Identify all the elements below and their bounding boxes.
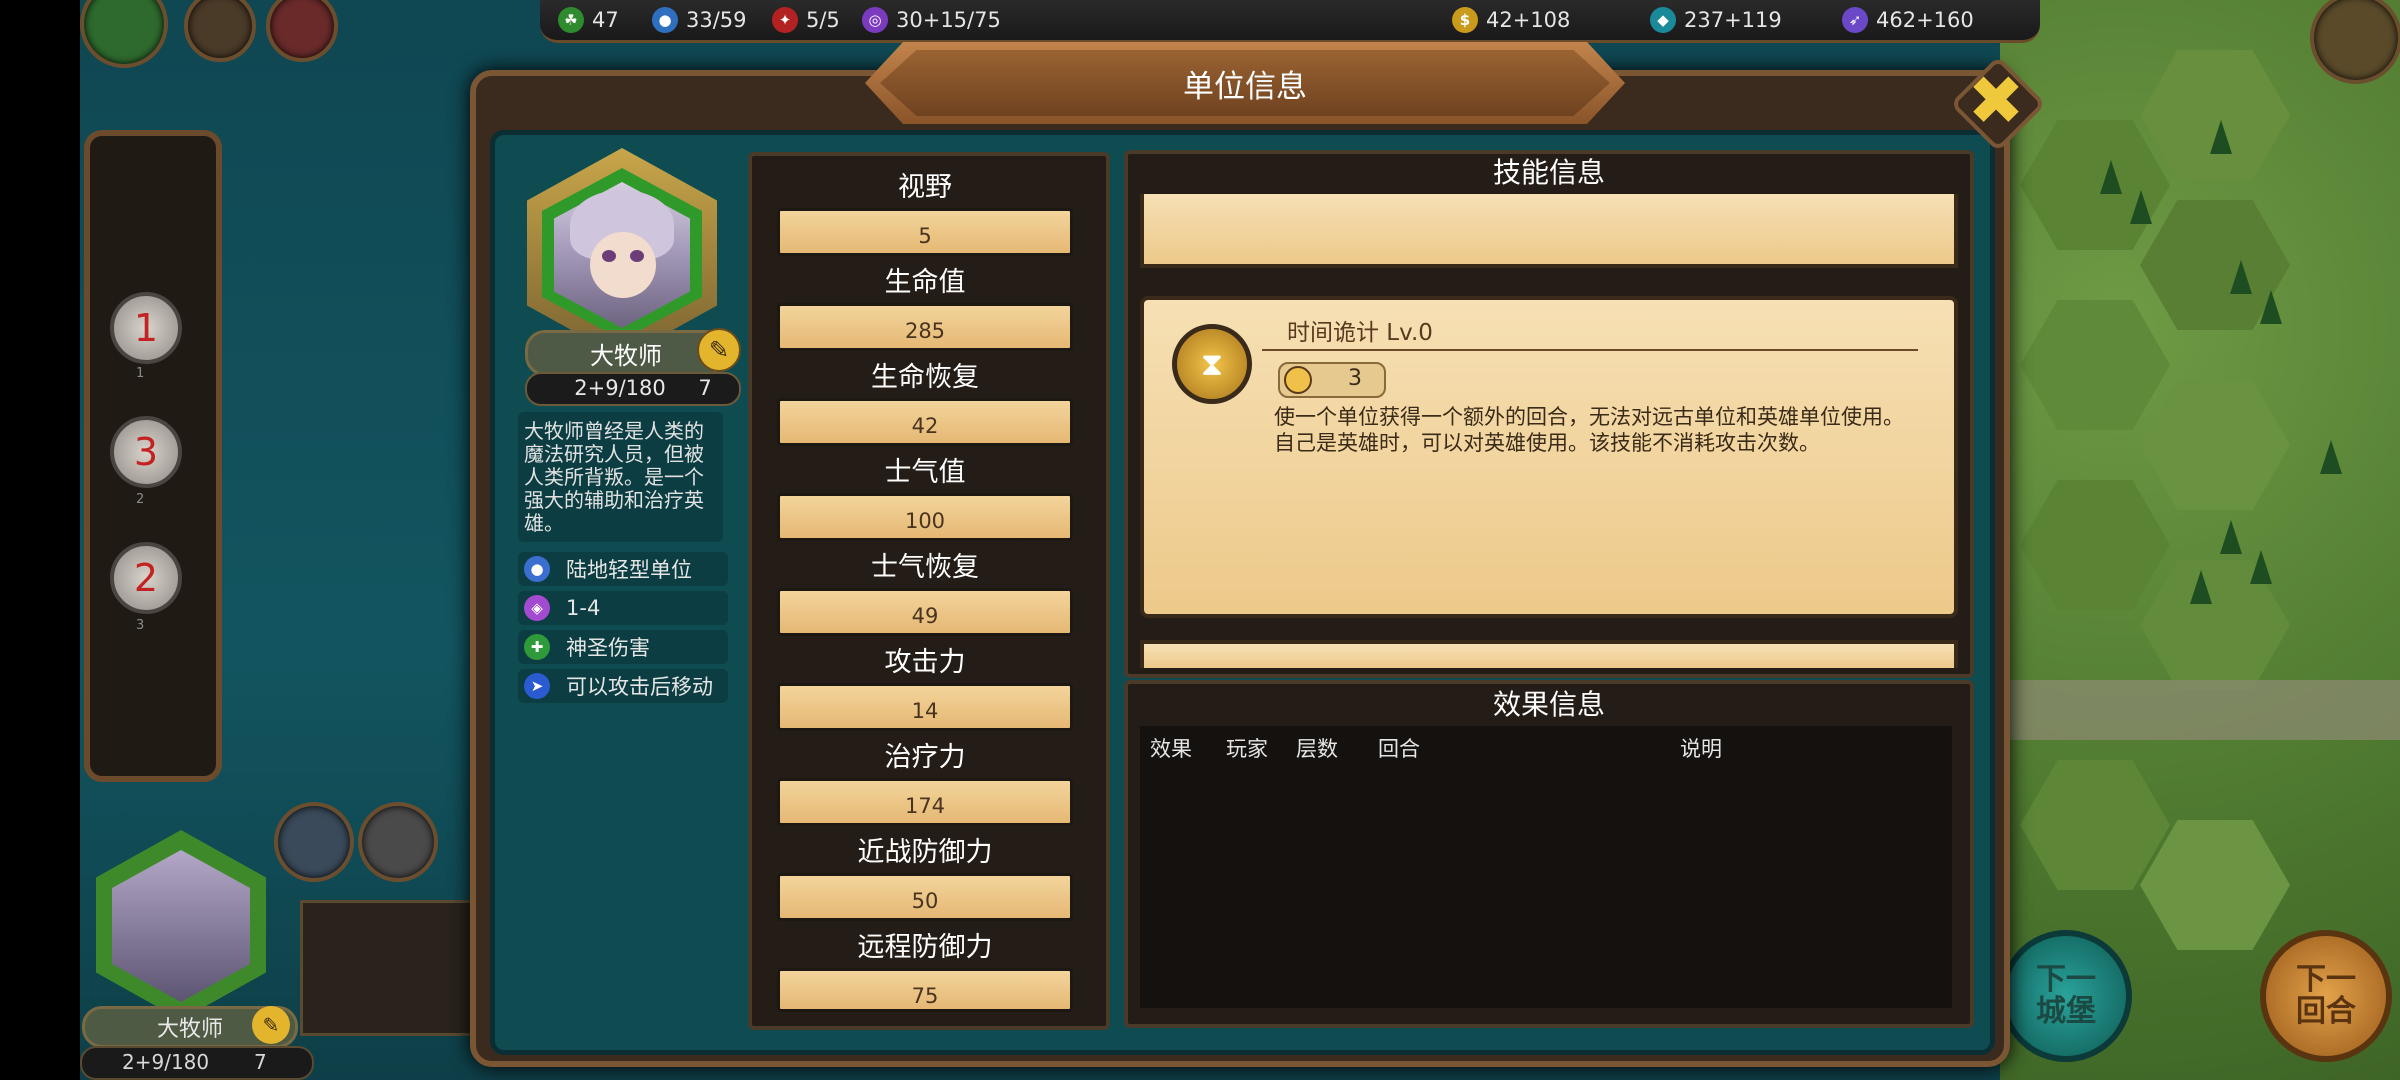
gold-coin-icon: $	[1452, 7, 1478, 33]
effects-header-player: 玩家	[1226, 737, 1268, 761]
pencil-icon[interactable]: ✎	[697, 328, 741, 372]
dialog-title: 单位信息	[880, 50, 1610, 116]
resource-crystal: ◆ 237+119	[1650, 6, 1782, 34]
next-turn-button[interactable]: 下一 回合	[2260, 930, 2392, 1062]
skill-panel-title: 技能信息	[1492, 156, 1605, 189]
hero-level: 7	[698, 376, 712, 400]
stat-label: 治疗力	[884, 742, 966, 773]
effects-header-description: 说明	[1680, 737, 1722, 761]
effects-panel-title: 效果信息	[1492, 688, 1605, 721]
queue-slot-3[interactable]: 2	[110, 542, 182, 614]
close-icon[interactable]: ✖	[1960, 66, 2032, 138]
map-road	[2000, 680, 2400, 740]
hero-face	[590, 232, 656, 298]
stat-value: 75	[777, 968, 1073, 1012]
resource-units: ● 33/59	[652, 6, 747, 34]
holy-icon: ✚	[524, 634, 550, 660]
move-icon: ➤	[524, 673, 550, 699]
effects-table[interactable]	[1140, 726, 1952, 1008]
hero-eye-right	[630, 250, 644, 262]
skill-description: 使一个单位获得一个额外的回合，无法对远古单位和英雄单位使用。自己是英雄时，可以对…	[1274, 405, 1904, 455]
stat-value: 100	[777, 493, 1073, 541]
queue-slot-2-index: 2	[136, 492, 145, 507]
upgrade-arrow-icon[interactable]	[274, 802, 354, 882]
queue-slot-1[interactable]: 1	[110, 292, 182, 364]
effects-header-turns: 回合	[1378, 737, 1420, 761]
stat-label: 生命恢复	[871, 362, 979, 393]
stat-label: 攻击力	[884, 647, 966, 678]
resource-mana: ➶ 462+160	[1842, 6, 1974, 34]
resource-heroes: ✦ 5/5	[772, 6, 840, 34]
range-icon: ◈	[524, 595, 550, 621]
person-icon: ●	[524, 556, 550, 582]
trait-move: ➤ 可以攻击后移动	[518, 669, 728, 703]
clock-icon	[1284, 366, 1312, 394]
blue-unit-icon: ●	[652, 7, 678, 33]
stat-value: 285	[777, 303, 1073, 351]
stat-label: 视野	[898, 172, 952, 203]
hero-exp: 2+9/180	[574, 376, 666, 400]
green-pop-icon: ☘	[558, 7, 584, 33]
stat-value: 42	[777, 398, 1073, 446]
teal-crystal-icon: ◆	[1650, 7, 1676, 33]
stat-label: 远程防御力	[857, 932, 993, 963]
stat-value: 5	[777, 208, 1073, 256]
hex-map[interactable]	[2000, 0, 2400, 1080]
resource-bar: ☘ 47 ● 33/59 ✦ 5/5 ◎ 30+15/75 $ 42+108 ◆…	[540, 0, 2040, 43]
skill-cooldown-value: 3	[1348, 366, 1362, 391]
stat-label: 生命值	[884, 267, 966, 298]
queue-slot-2[interactable]: 3	[110, 416, 182, 488]
stat-value: 174	[777, 778, 1073, 826]
hourglass-icon: ⧗	[1172, 324, 1252, 404]
gear-icon[interactable]	[2310, 0, 2400, 84]
book-icon[interactable]	[358, 802, 438, 882]
resource-gold: $ 42+108	[1452, 6, 1570, 34]
hero-description: 大牧师曾经是人类的魔法研究人员，但被人类所背叛。是一个强大的辅助和治疗英雄。	[518, 412, 723, 542]
hero-eye-left	[602, 250, 616, 262]
purple-magic-icon: ◎	[862, 7, 888, 33]
skill-card-bottom	[1140, 640, 1958, 668]
stat-label: 近战防御力	[857, 837, 993, 868]
purple-mana-icon: ➶	[1842, 7, 1868, 33]
queue-slot-1-index: 1	[136, 366, 145, 381]
trait-damage-type: ✚ 神圣伤害	[518, 630, 728, 664]
trait-unit-type: ● 陆地轻型单位	[518, 552, 728, 586]
skill-divider	[1262, 349, 1918, 351]
stat-value: 49	[777, 588, 1073, 636]
selected-hero-stats-panel	[300, 900, 476, 1036]
effects-header-effect: 效果	[1150, 737, 1192, 761]
resource-pop: ☘ 47	[558, 6, 619, 34]
pencil-icon[interactable]: ✎	[252, 1006, 290, 1044]
skill-card-top	[1140, 194, 1958, 268]
skill-name: 时间诡计 Lv.0	[1287, 320, 1433, 346]
queue-slot-3-index: 3	[136, 618, 145, 633]
red-hero-icon: ✦	[772, 7, 798, 33]
stat-label: 士气恢复	[871, 552, 979, 583]
resource-magic: ◎ 30+15/75	[862, 6, 1001, 34]
next-castle-button[interactable]: 下一 城堡	[2000, 930, 2132, 1062]
trait-range: ◈ 1-4	[518, 591, 728, 625]
stat-value: 50	[777, 873, 1073, 921]
effects-header-stacks: 层数	[1296, 737, 1338, 761]
stat-label: 士气值	[884, 457, 966, 488]
stat-value: 14	[777, 683, 1073, 731]
selected-hero-exp-bar: 2+9/180 7	[80, 1046, 314, 1080]
